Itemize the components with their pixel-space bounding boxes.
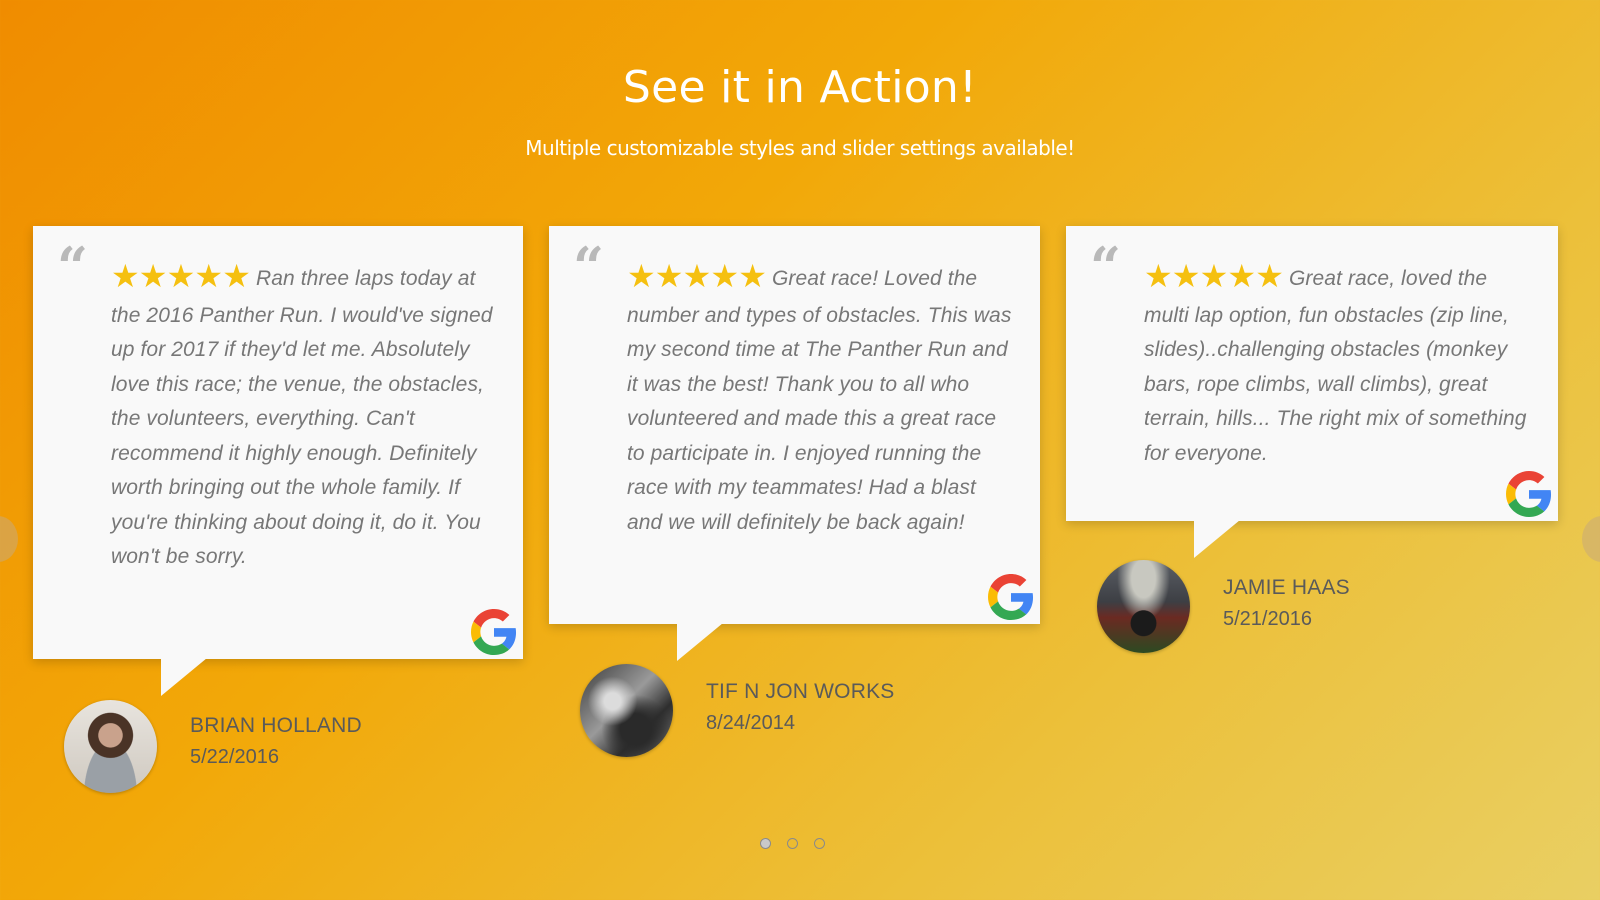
review-body: Great race! Loved the number and types o…: [627, 267, 1012, 534]
quote-icon: “: [57, 235, 89, 299]
review-date: 8/24/2014: [706, 712, 795, 734]
quote-icon: “: [1090, 235, 1122, 299]
star-icon: ★: [166, 258, 196, 294]
review-body: Ran three laps today at the 2016 Panther…: [111, 267, 493, 568]
section-title: See it in Action!: [622, 62, 978, 113]
star-icon: ★: [194, 258, 224, 294]
slider-next-button[interactable]: [1582, 516, 1600, 562]
star-rating: ★★★★★: [111, 258, 251, 299]
star-icon: ★: [738, 258, 767, 294]
star-icon: ★: [1199, 258, 1229, 294]
google-icon[interactable]: [471, 609, 517, 655]
star-rating: ★★★★★: [1144, 258, 1284, 299]
google-icon[interactable]: [988, 574, 1034, 620]
avatar: [580, 664, 673, 757]
star-icon: ★: [682, 258, 712, 294]
author-name: JAMIE HAAS: [1223, 576, 1350, 599]
author-name: TIF N JON WORKS: [706, 680, 895, 703]
review-card: “ ★★★★★ Ran three laps today at the 2016…: [33, 226, 523, 696]
review-date: 5/22/2016: [190, 746, 279, 768]
review-card: “ ★★★★★ Great race! Loved the number and…: [549, 226, 1040, 661]
pagination-dot-2[interactable]: [787, 838, 798, 849]
google-icon[interactable]: [1506, 471, 1552, 517]
star-icon: ★: [222, 258, 251, 294]
speech-tail: [677, 623, 723, 661]
star-icon: ★: [1255, 258, 1284, 294]
star-icon: ★: [710, 258, 740, 294]
speech-tail: [161, 658, 207, 696]
review-text: ★★★★★ Ran three laps today at the 2016 P…: [111, 258, 499, 575]
quote-icon: “: [573, 235, 605, 299]
pagination-dot-3[interactable]: [814, 838, 825, 849]
section-subtitle: Multiple customizable styles and slider …: [525, 136, 1075, 160]
avatar: [1097, 560, 1190, 653]
star-icon: ★: [654, 258, 684, 294]
star-rating: ★★★★★: [627, 258, 767, 299]
review-card: “ ★★★★★ Great race, loved the multi lap …: [1066, 226, 1558, 558]
review-text: ★★★★★ Great race, loved the multi lap op…: [1144, 258, 1534, 471]
star-icon: ★: [1171, 258, 1201, 294]
star-icon: ★: [1227, 258, 1257, 294]
speech-tail: [1194, 520, 1240, 558]
review-date: 5/21/2016: [1223, 608, 1312, 630]
pagination-dot-1[interactable]: [760, 838, 771, 849]
review-text: ★★★★★ Great race! Loved the number and t…: [627, 258, 1016, 540]
star-icon: ★: [627, 258, 656, 294]
star-icon: ★: [111, 258, 140, 294]
slider-prev-button[interactable]: [0, 516, 18, 562]
author-name: BRIAN HOLLAND: [190, 714, 362, 737]
avatar: [64, 700, 157, 793]
star-icon: ★: [1144, 258, 1173, 294]
star-icon: ★: [138, 258, 168, 294]
